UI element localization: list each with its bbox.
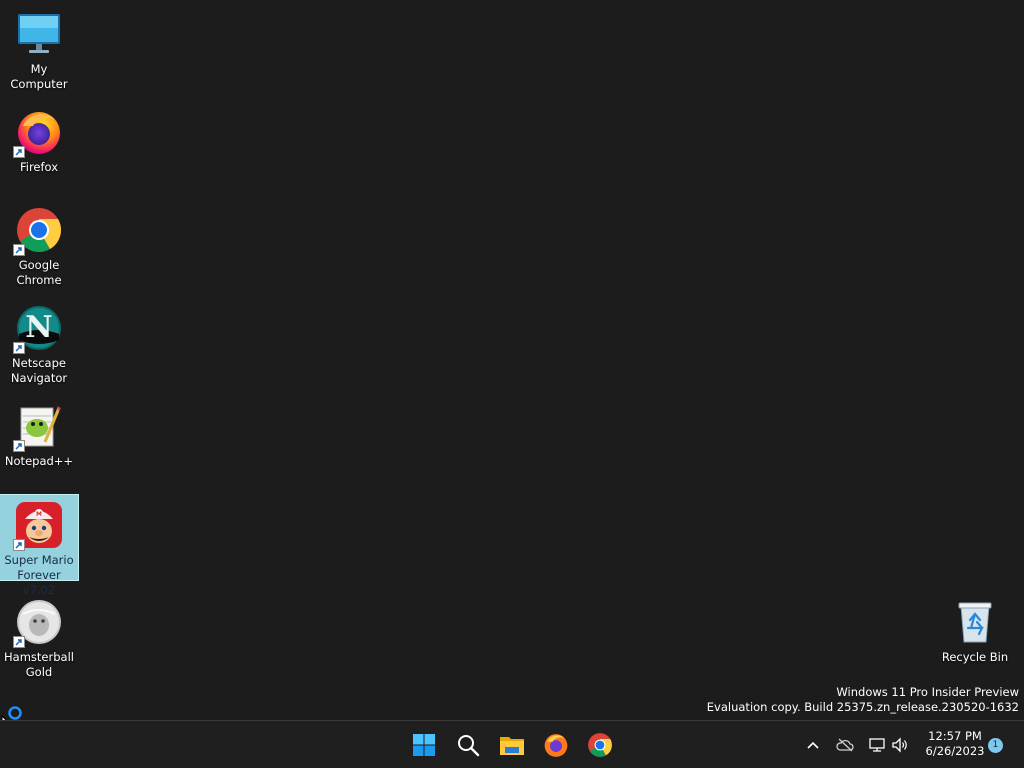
shortcut-arrow-icon [13,440,25,452]
desktop[interactable]: My Computer Firefox Google Chrome N Nets… [0,0,1024,735]
volume-icon [892,737,907,753]
desktop-icon-label: Hamsterball Gold [4,650,74,679]
shortcut-arrow-icon [13,244,25,256]
desktop-icon-netscape-navigator[interactable]: N Netscape Navigator [0,298,78,386]
onedrive-offline-icon [836,738,854,752]
clock-date: 6/26/2023 [925,744,985,758]
desktop-icon-hamsterball-gold[interactable]: Hamsterball Gold [0,592,78,680]
chrome-icon [13,206,63,256]
firefox-taskbar-button[interactable] [539,728,573,762]
desktop-icon-my-computer[interactable]: My Computer [0,4,78,92]
windows-watermark: Windows 11 Pro Insider Preview Evaluatio… [707,685,1019,715]
show-hidden-icons-button[interactable] [801,733,825,757]
shortcut-arrow-icon [13,539,25,551]
start-button[interactable] [407,728,441,762]
network-button[interactable] [865,733,889,757]
shortcut-arrow-icon [13,146,25,158]
onedrive-button[interactable] [833,733,857,757]
hamsterball-icon [13,598,63,648]
desktop-icon-label: Netscape Navigator [10,356,68,385]
chrome-icon [588,733,612,757]
shortcut-arrow-icon [13,342,25,354]
monitor-icon [15,10,63,58]
desktop-icon-google-chrome[interactable]: Google Chrome [0,200,78,288]
network-icon [869,738,885,752]
firefox-icon [544,734,568,757]
watermark-build: Evaluation copy. Build 25375.zn_release.… [706,700,1019,714]
desktop-icon-label: Notepad++ [4,454,74,468]
file-explorer-button[interactable] [495,728,529,762]
svg-text:N: N [25,310,52,345]
recycle-bin-icon [951,598,999,646]
chrome-taskbar-button[interactable] [583,728,617,762]
mario-icon: M [13,501,63,551]
chevron-up-icon [807,741,819,749]
desktop-icon-notepadpp[interactable]: Notepad++ [0,396,78,469]
desktop-icon-super-mario-forever[interactable]: M Super Mario Forever v7.02 [0,494,79,597]
shortcut-arrow-icon [13,636,25,648]
taskbar-clock[interactable]: 12:57 PM 6/26/2023 [920,729,990,759]
desktop-icon-recycle-bin[interactable]: Recycle Bin [936,592,1014,665]
firefox-icon [13,108,63,158]
desktop-icon-firefox[interactable]: Firefox [0,102,78,175]
clock-time: 12:57 PM [928,729,982,743]
netscape-icon: N [13,304,63,354]
svg-text:M: M [36,511,42,518]
desktop-icon-label: My Computer [10,62,68,91]
watermark-edition: Windows 11 Pro Insider Preview [836,685,1019,699]
search-icon [458,735,480,757]
volume-button[interactable] [888,733,912,757]
taskbar: 12:57 PM 6/26/2023 1 [0,720,1024,768]
search-button[interactable] [451,728,485,762]
desktop-icon-label: Recycle Bin [941,650,1009,664]
desktop-icon-label: Google Chrome [16,258,62,287]
notification-badge[interactable]: 1 [988,738,1003,753]
desktop-icon-label: Firefox [19,160,59,174]
file-explorer-icon [500,737,524,755]
start-icon [413,734,435,756]
notepadpp-icon [13,402,63,452]
